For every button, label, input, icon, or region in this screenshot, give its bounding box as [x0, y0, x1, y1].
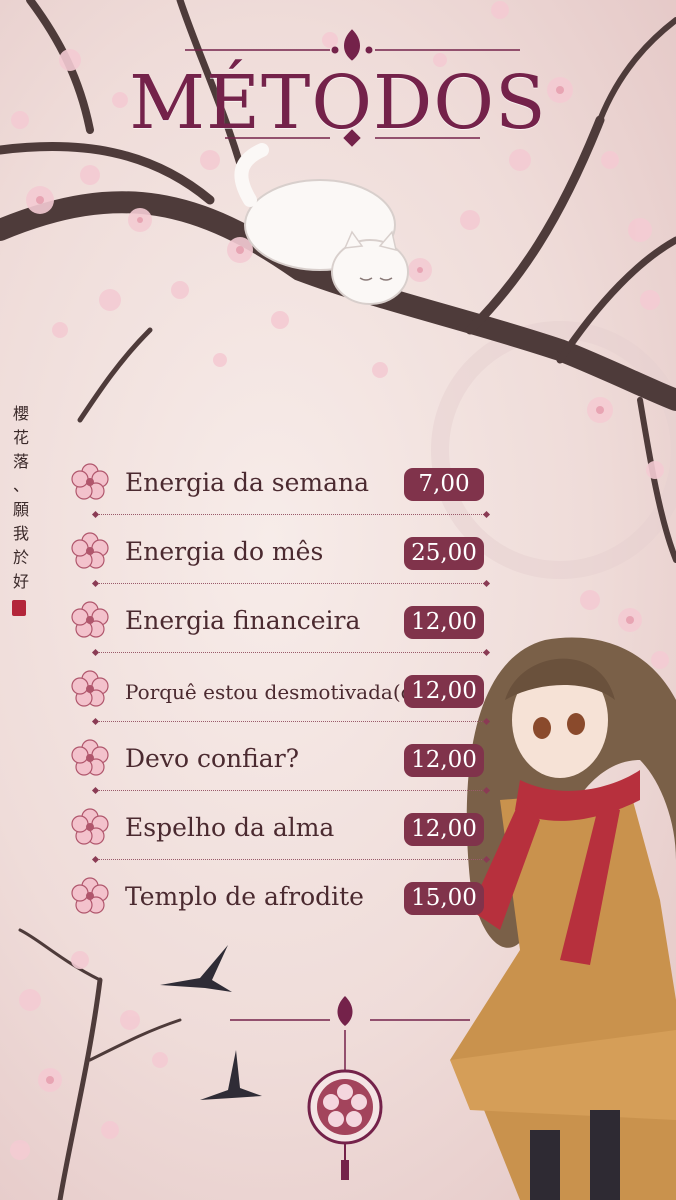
menu-item-energia-da-semana: Energia da semana 7,00 [68, 458, 488, 527]
sakura-flower-icon [71, 877, 109, 914]
item-label: Porquê estou desmotivada(o) [125, 680, 421, 704]
poem-char: 花 [12, 428, 29, 447]
sakura-flower-icon [71, 739, 109, 776]
red-seal-stamp [12, 600, 26, 616]
item-label: Espelho da alma [125, 813, 335, 842]
divider [96, 514, 486, 515]
menu-item-energia-do-mes: Energia do mês 25,00 [68, 527, 488, 596]
divider [96, 721, 486, 722]
divider [96, 859, 486, 860]
page-title: MÉTODOS [129, 60, 547, 146]
poem-char: 櫻 [12, 404, 29, 423]
price-badge: 25,00 [404, 537, 484, 570]
item-label: Templo de afrodite [125, 882, 364, 911]
poem-char: 願 [12, 500, 29, 519]
menu-item-templo-de-afrodite: Templo de afrodite 15,00 [68, 872, 488, 941]
sakura-flower-icon [71, 601, 109, 638]
item-label: Energia do mês [125, 537, 324, 566]
menu-item-devo-confiar: Devo confiar? 12,00 [68, 734, 488, 803]
sakura-flower-icon [71, 532, 109, 569]
menu-item-porque-estou-desmotivada: Porquê estou desmotivada(o) 12,00 [68, 665, 488, 734]
poem-char: 我 [12, 524, 29, 543]
poem-char: 好 [12, 572, 29, 591]
sakura-flower-icon [71, 463, 109, 500]
sakura-emblem [230, 996, 470, 1180]
price-badge: 12,00 [404, 675, 484, 708]
divider [96, 790, 486, 791]
poem-char: 落 [12, 452, 29, 471]
price-badge: 7,00 [404, 468, 484, 501]
price-badge: 12,00 [404, 813, 484, 846]
sakura-flower-icon [71, 808, 109, 845]
item-label: Devo confiar? [125, 744, 300, 773]
divider [96, 583, 486, 584]
menu-poster: MÉTODOS 櫻 花 落 、 願 我 於 好 Energia da seman… [0, 0, 676, 1200]
menu-item-espelho-da-alma: Espelho da alma 12,00 [68, 803, 488, 872]
divider [96, 652, 486, 653]
price-badge: 12,00 [404, 744, 484, 777]
poem-char: 、 [12, 476, 29, 495]
vertical-poem: 櫻 花 落 、 願 我 於 好 [10, 402, 32, 594]
item-label: Energia financeira [125, 606, 361, 635]
price-menu: Energia da semana 7,00 Energia do mês 25… [68, 458, 488, 941]
menu-item-energia-financeira: Energia financeira 12,00 [68, 596, 488, 665]
item-label: Energia da semana [125, 468, 370, 497]
price-badge: 15,00 [404, 882, 484, 915]
sakura-flower-icon [71, 670, 109, 707]
poem-char: 於 [12, 548, 29, 567]
price-badge: 12,00 [404, 606, 484, 639]
